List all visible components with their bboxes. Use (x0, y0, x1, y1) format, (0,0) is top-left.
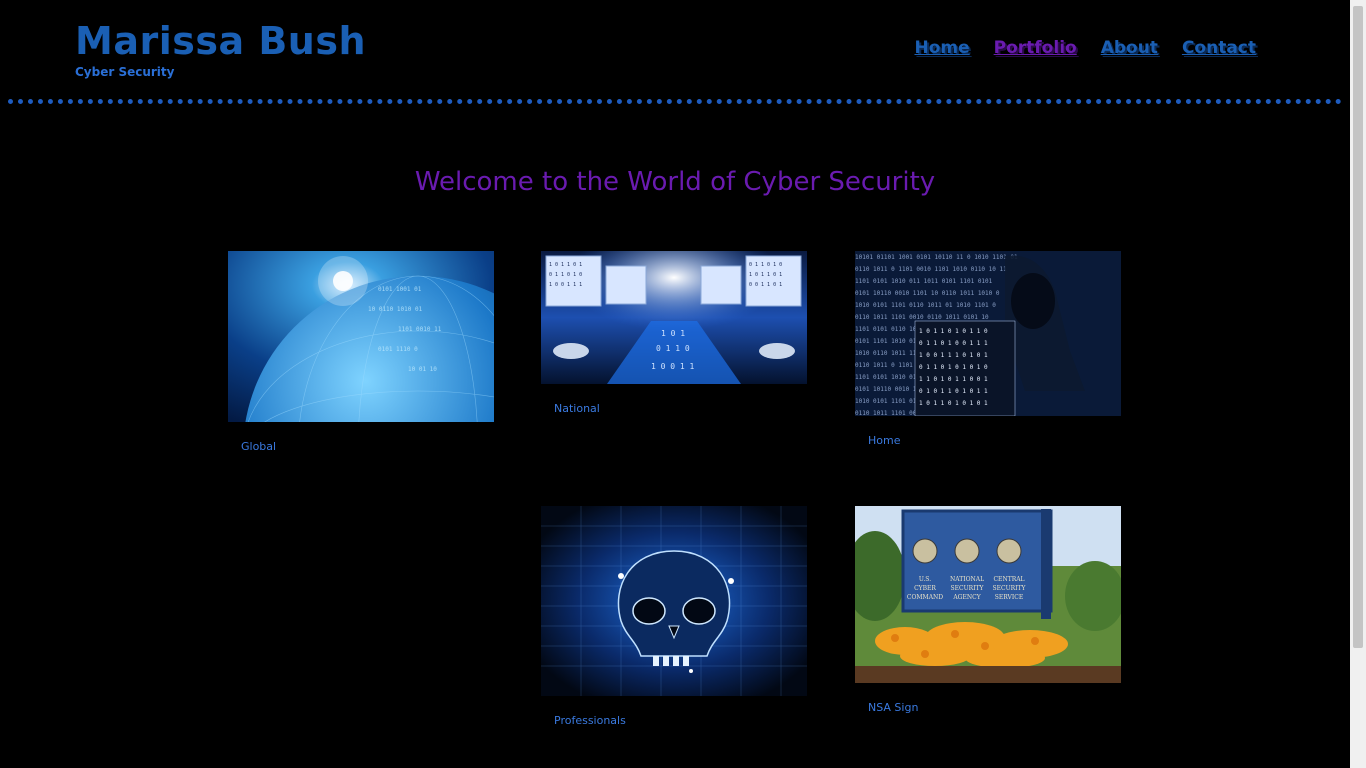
svg-text:10 01 10: 10 01 10 (408, 366, 437, 373)
svg-text:U.S.: U.S. (919, 576, 931, 583)
svg-text:CENTRAL: CENTRAL (993, 576, 1024, 583)
svg-text:0 1 1 0 1 0: 0 1 1 0 1 0 (749, 262, 782, 268)
gallery-item-nsa-sign[interactable]: U.S. CYBER COMMAND NATIONAL SECURITY AGE… (855, 506, 1121, 714)
vertical-scrollbar[interactable] (1350, 0, 1366, 768)
gallery-item-professionals[interactable]: Professionals (541, 506, 807, 727)
svg-text:SECURITY: SECURITY (993, 585, 1027, 592)
svg-text:0110 1011 1101 0010 0110 1011: 0110 1011 1101 0010 0110 1011 0101 10 (855, 314, 989, 321)
svg-text:1101 0101 1010 011 1011 0101 1: 1101 0101 1010 011 1011 0101 1101 0101 (855, 278, 993, 285)
site-subtitle: Cyber Security (75, 65, 175, 79)
binary-monitors-icon[interactable]: 1 0 1 1 0 1 0 1 1 0 1 0 1 0 0 1 1 1 0 1 … (541, 251, 807, 384)
header-divider (8, 99, 1342, 104)
svg-text:1010 0101 1101 0110 1011 01 10: 1010 0101 1101 0110 1011 01 1010 1101 0 (855, 302, 996, 309)
nav-portfolio-link[interactable]: Portfolio (994, 38, 1077, 58)
svg-text:CYBER: CYBER (914, 585, 936, 592)
gallery-item-home[interactable]: 10101 01101 1001 0101 10110 11 0 1010 11… (855, 251, 1121, 447)
gallery-caption: NSA Sign (868, 701, 919, 714)
glowing-globe-icon[interactable]: 0101 1001 01 10 0110 1010 01 1101 0010 1… (228, 251, 494, 422)
svg-text:0 1 1 0 1 0 0 1 1 1: 0 1 1 0 1 0 0 1 1 1 (919, 340, 988, 347)
svg-text:0 1 1 0 1 0 1 0 1 0: 0 1 1 0 1 0 1 0 1 0 (919, 364, 988, 371)
nsa-sign-icon[interactable]: U.S. CYBER COMMAND NATIONAL SECURITY AGE… (855, 506, 1121, 683)
svg-text:0 1 0 1 1 0 1 0 1 1: 0 1 0 1 1 0 1 0 1 1 (919, 388, 988, 395)
hooded-hacker-icon[interactable]: 10101 01101 1001 0101 10110 11 0 1010 11… (855, 251, 1121, 416)
svg-text:SECURITY: SECURITY (951, 585, 985, 592)
nav-home-link[interactable]: Home (914, 38, 969, 58)
gallery-item-global[interactable]: 0101 1001 01 10 0110 1010 01 1101 0010 1… (228, 251, 494, 453)
svg-text:1 1 0 1 0 1 1 0 0 1: 1 1 0 1 0 1 1 0 0 1 (919, 376, 988, 383)
gallery-item-national[interactable]: 1 0 1 1 0 1 0 1 1 0 1 0 1 0 0 1 1 1 0 1 … (541, 251, 807, 415)
nav-contact-link[interactable]: Contact (1182, 38, 1256, 58)
svg-text:SERVICE: SERVICE (995, 594, 1023, 601)
gallery-caption: Global (241, 440, 277, 453)
svg-text:1 0 1 1 0 1 0 1 1 0: 1 0 1 1 0 1 0 1 1 0 (919, 328, 988, 335)
svg-text:1 0 1 1 0 1 0 1 0 1: 1 0 1 1 0 1 0 1 0 1 (919, 400, 988, 407)
svg-text:NATIONAL: NATIONAL (950, 576, 984, 583)
site-title[interactable]: Marissa Bush (75, 18, 366, 64)
svg-text:0101 1001 01: 0101 1001 01 (378, 286, 422, 293)
svg-text:1101 0010 11: 1101 0010 11 (398, 326, 442, 333)
svg-text:10 0110 1010 01: 10 0110 1010 01 (368, 306, 423, 313)
svg-text:0101 1110 0: 0101 1110 0 (378, 346, 418, 353)
svg-text:1 0 0 1 1 1 0 1 0 1: 1 0 0 1 1 1 0 1 0 1 (919, 352, 988, 359)
svg-text:1 0 0 1 1: 1 0 0 1 1 (651, 362, 695, 371)
svg-text:0 1 1 0 1 0: 0 1 1 0 1 0 (549, 272, 582, 278)
svg-text:AGENCY: AGENCY (952, 594, 981, 601)
svg-text:COMMAND: COMMAND (907, 594, 943, 601)
svg-text:0 0 1 1 0 1: 0 0 1 1 0 1 (749, 282, 782, 288)
svg-text:10101 01101 1001 0101 10110 11: 10101 01101 1001 0101 10110 11 0 1010 11… (855, 254, 1018, 261)
scrollbar-thumb[interactable] (1353, 6, 1363, 648)
page-headline: Welcome to the World of Cyber Security (414, 167, 936, 197)
gallery-caption: Professionals (554, 714, 626, 727)
svg-text:0101 10110 0010 1101 10 0110 1: 0101 10110 0010 1101 10 0110 1011 1010 0 (855, 290, 1000, 297)
svg-text:1 0 0 1 1 1: 1 0 0 1 1 1 (549, 282, 582, 288)
svg-text:1 0 1 1 0 1: 1 0 1 1 0 1 (549, 262, 582, 268)
svg-text:1 0 1 1 0 1: 1 0 1 1 0 1 (749, 272, 782, 278)
digital-skull-icon[interactable] (541, 506, 807, 696)
gallery-caption: National (554, 402, 600, 415)
svg-text:1 0 1: 1 0 1 (661, 329, 685, 338)
gallery-caption: Home (868, 434, 901, 447)
nav-about-link[interactable]: About (1101, 38, 1158, 58)
svg-text:0 1 1 0: 0 1 1 0 (656, 344, 690, 353)
page: Marissa Bush Cyber Security Home Portfol… (0, 0, 1366, 768)
main-nav: Home Portfolio About Contact (914, 38, 1256, 58)
svg-text:0110 1011 0 1101 0010 1101 101: 0110 1011 0 1101 0010 1101 1010 0110 10 … (855, 266, 1007, 273)
